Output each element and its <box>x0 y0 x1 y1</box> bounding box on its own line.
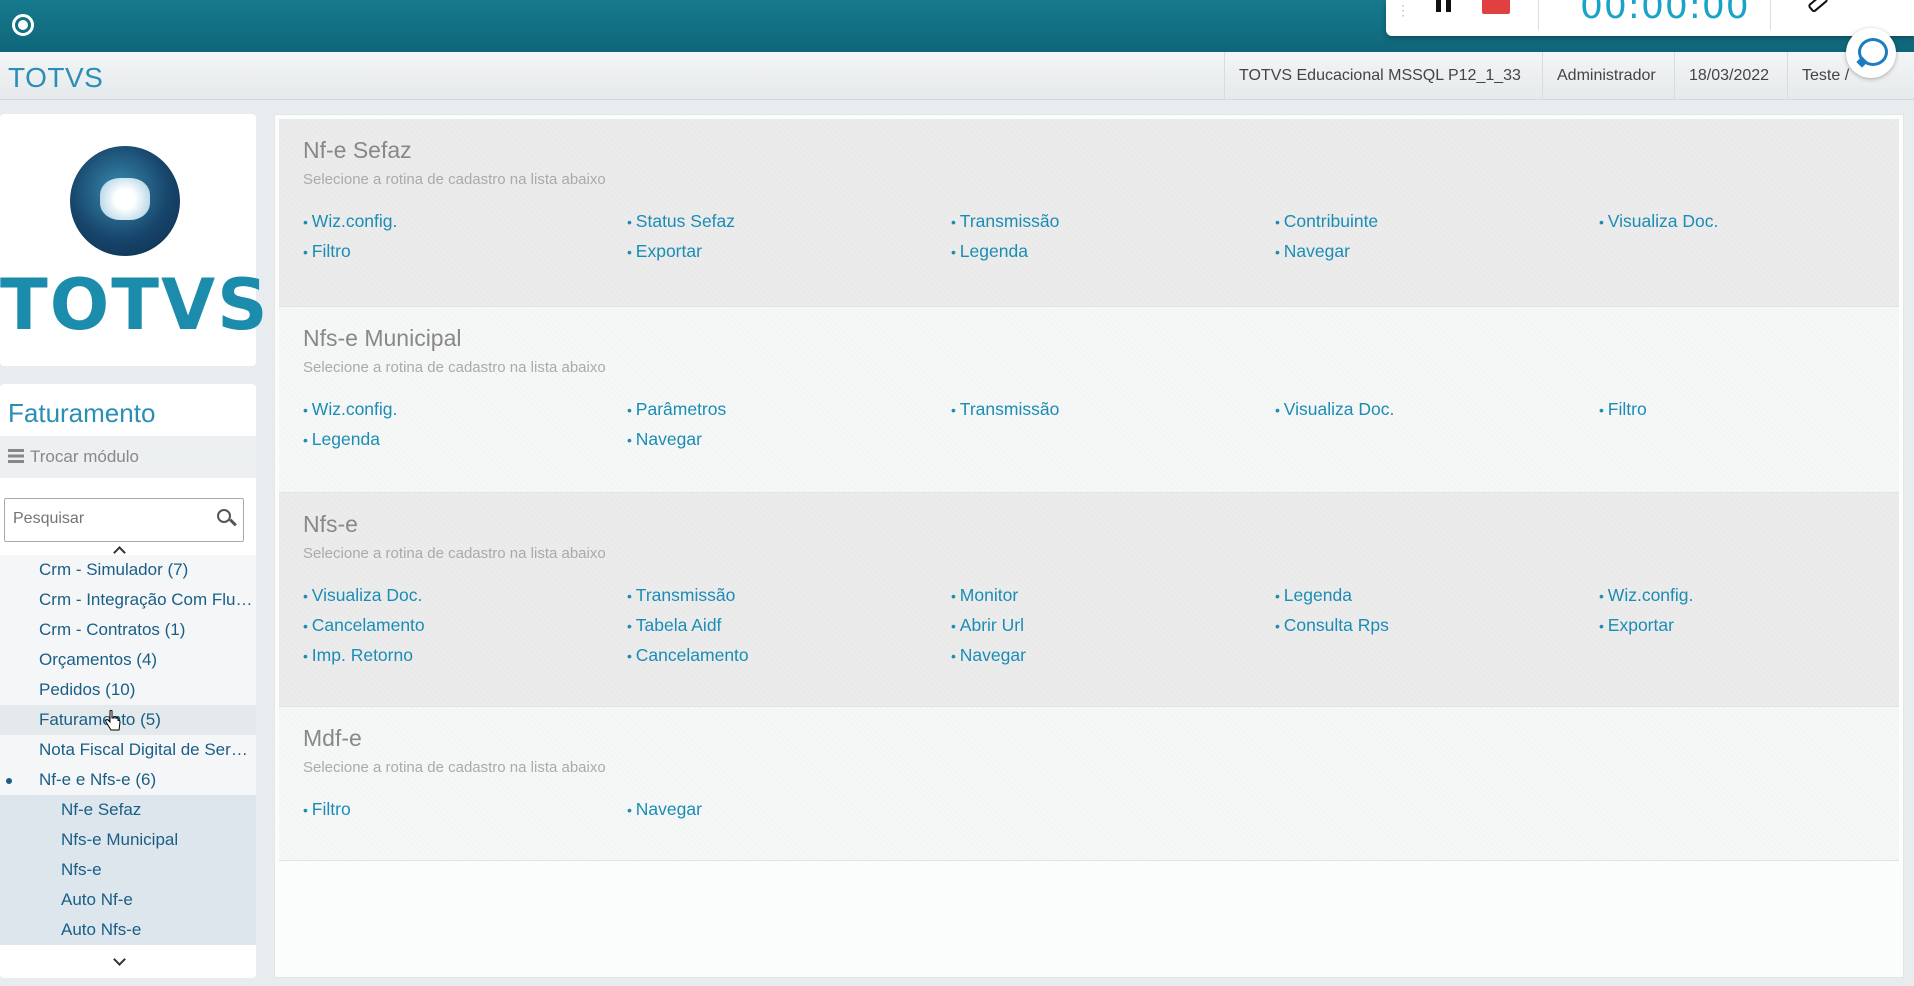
link-filtro[interactable]: Filtro <box>1599 399 1914 419</box>
menu-item-nfe-nfse[interactable]: Nf-e e Nfs-e (6) <box>0 765 256 795</box>
pen-icon[interactable] <box>1804 0 1826 14</box>
routine-links: Visualiza Doc. Transmissão Monitor Legen… <box>303 585 1914 665</box>
link-monitor[interactable]: Monitor <box>951 585 1275 605</box>
link-tabela-aidf[interactable]: Tabela Aidf <box>627 615 951 635</box>
menu-item-crm-contratos[interactable]: Crm - Contratos (1) <box>0 615 256 645</box>
link-transmissao[interactable]: Transmissão <box>951 399 1275 419</box>
date-label: 18/03/2022 <box>1674 52 1783 100</box>
section-title: Nfs-e Municipal <box>303 325 462 351</box>
routine-links: Wiz.config. Parâmetros Transmissão Visua… <box>303 399 1914 449</box>
pause-icon[interactable] <box>1436 0 1452 12</box>
link-imp-retorno[interactable]: Imp. Retorno <box>303 645 627 665</box>
section-mdfe: Mdf-e Selecione a rotina de cadastro na … <box>279 707 1899 861</box>
link-cancelamento[interactable]: Cancelamento <box>303 615 627 635</box>
change-module-button[interactable]: Trocar módulo <box>0 436 256 478</box>
change-module-label: Trocar módulo <box>30 447 139 466</box>
section-subtitle: Selecione a rotina de cadastro na lista … <box>303 545 606 562</box>
menu-icon <box>8 449 24 463</box>
menu-item-orcamentos[interactable]: Orçamentos (4) <box>0 645 256 675</box>
link-exportar[interactable]: Exportar <box>1599 615 1914 635</box>
menu-item-crm-simulador[interactable]: Crm - Simulador (7) <box>0 555 256 585</box>
section-subtitle: Selecione a rotina de cadastro na lista … <box>303 359 606 376</box>
stop-icon[interactable] <box>1482 0 1510 14</box>
routine-links: Filtro Navegar <box>303 799 1914 819</box>
module-panel: Faturamento Trocar módulo Crm - Simulado… <box>0 384 256 978</box>
submenu-item-nfse-municipal[interactable]: Nfs-e Municipal <box>0 825 256 855</box>
module-menu: Crm - Simulador (7) Crm - Integração Com… <box>0 555 256 945</box>
chevron-up-icon[interactable] <box>112 544 126 554</box>
link-abrir-url[interactable]: Abrir Url <box>951 615 1275 635</box>
link-filtro[interactable]: Filtro <box>303 799 627 819</box>
section-title: Mdf-e <box>303 725 362 751</box>
link-transmissao[interactable]: Transmissão <box>627 585 951 605</box>
menu-item-nota-fiscal-digital[interactable]: Nota Fiscal Digital de Serviços (3) <box>0 735 256 765</box>
link-filtro[interactable]: Filtro <box>303 241 627 261</box>
link-cancelamento[interactable]: Cancelamento <box>627 645 951 665</box>
app-menu-icon[interactable] <box>12 14 34 36</box>
submenu: Nf-e Sefaz Nfs-e Municipal Nfs-e Auto Nf… <box>0 795 256 945</box>
link-exportar[interactable]: Exportar <box>627 241 951 261</box>
recording-timer: 00:00:00 <box>1580 0 1750 27</box>
search-icon[interactable] <box>217 509 231 523</box>
menu-item-pedidos[interactable]: Pedidos (10) <box>0 675 256 705</box>
section-subtitle: Selecione a rotina de cadastro na lista … <box>303 171 606 188</box>
section-nfse: Nfs-e Selecione a rotina de cadastro na … <box>279 493 1899 707</box>
link-visualiza-doc[interactable]: Visualiza Doc. <box>1275 399 1599 419</box>
logo-panel: TOTVS <box>0 114 270 366</box>
menu-item-crm-integracao[interactable]: Crm - Integração Com Fluig (2) <box>0 585 256 615</box>
link-wiz-config[interactable]: Wiz.config. <box>1599 585 1914 605</box>
submenu-item-nfe-sefaz[interactable]: Nf-e Sefaz <box>0 795 256 825</box>
totvs-logo-icon <box>70 146 180 256</box>
link-navegar[interactable]: Navegar <box>951 645 1275 665</box>
submenu-item-auto-nfse[interactable]: Auto Nfs-e <box>0 915 256 945</box>
chat-icon[interactable] <box>1846 28 1896 78</box>
routine-links: Wiz.config. Status Sefaz Transmissão Con… <box>303 211 1914 261</box>
link-transmissao[interactable]: Transmissão <box>951 211 1275 231</box>
link-legenda[interactable]: Legenda <box>303 429 627 449</box>
link-contribuinte[interactable]: Contribuinte <box>1275 211 1599 231</box>
divider <box>1538 0 1539 30</box>
environment-label: TOTVS Educacional MSSQL P12_1_33 <box>1224 52 1535 100</box>
section-title: Nfs-e <box>303 511 358 537</box>
search-box <box>4 498 244 542</box>
link-parametros[interactable]: Parâmetros <box>627 399 951 419</box>
menu-item-faturamento[interactable]: Faturamento (5) <box>0 705 256 735</box>
logo-text: TOTVS <box>0 264 270 346</box>
section-nfe-sefaz: Nf-e Sefaz Selecione a rotina de cadastr… <box>279 119 1899 307</box>
hand-cursor-icon <box>105 710 121 731</box>
chevron-down-icon[interactable] <box>112 956 126 966</box>
link-visualiza-doc[interactable]: Visualiza Doc. <box>1599 211 1914 231</box>
link-legenda[interactable]: Legenda <box>1275 585 1599 605</box>
link-visualiza-doc[interactable]: Visualiza Doc. <box>303 585 627 605</box>
link-navegar[interactable]: Navegar <box>1275 241 1599 261</box>
section-title: Nf-e Sefaz <box>303 137 412 163</box>
submenu-item-auto-nfe[interactable]: Auto Nf-e <box>0 885 256 915</box>
section-subtitle: Selecione a rotina de cadastro na lista … <box>303 759 606 776</box>
section-nfse-municipal: Nfs-e Municipal Selecione a rotina de ca… <box>279 307 1899 493</box>
link-legenda[interactable]: Legenda <box>951 241 1275 261</box>
link-navegar[interactable]: Navegar <box>627 799 951 819</box>
main-content: Nf-e Sefaz Selecione a rotina de cadastr… <box>274 114 1904 978</box>
submenu-item-nfse[interactable]: Nfs-e <box>0 855 256 885</box>
link-wiz-config[interactable]: Wiz.config. <box>303 211 627 231</box>
screen-recorder-toolbar: ⋮ 00:00:00 <box>1386 0 1914 36</box>
link-consulta-rps[interactable]: Consulta Rps <box>1275 615 1599 635</box>
user-label[interactable]: Administrador <box>1542 52 1670 100</box>
drag-handle-icon[interactable]: ⋮ <box>1396 2 1410 19</box>
module-title: Faturamento <box>8 398 156 428</box>
brand-title: TOTVS <box>8 62 104 93</box>
header-bar: TOTVS TOTVS Educacional MSSQL P12_1_33 A… <box>0 52 1914 100</box>
link-wiz-config[interactable]: Wiz.config. <box>303 399 627 419</box>
link-status-sefaz[interactable]: Status Sefaz <box>627 211 951 231</box>
link-navegar[interactable]: Navegar <box>627 429 951 449</box>
divider <box>1770 0 1771 30</box>
search-input[interactable] <box>13 510 203 528</box>
